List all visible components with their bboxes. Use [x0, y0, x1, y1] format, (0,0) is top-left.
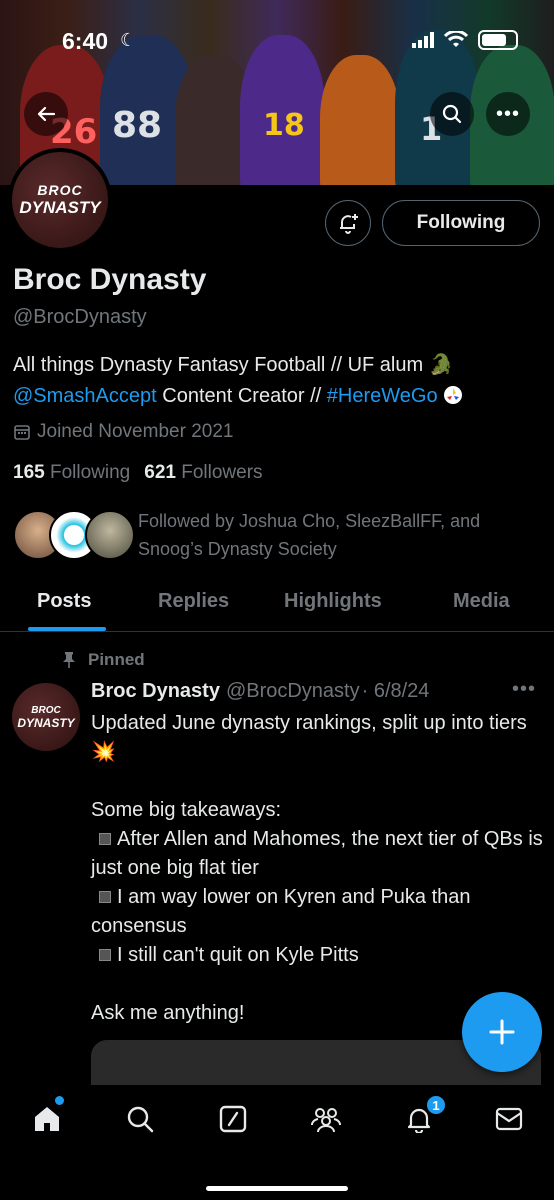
- moon-icon: ☾: [120, 30, 137, 50]
- compose-post-button[interactable]: [462, 992, 542, 1072]
- followers-stat[interactable]: 621 Followers: [144, 462, 262, 484]
- avatar: [85, 510, 135, 560]
- bio-mention-link[interactable]: @SmashAccept: [13, 385, 157, 407]
- back-button[interactable]: [24, 92, 68, 136]
- wifi-icon: [444, 31, 468, 47]
- arrow-left-icon: [37, 106, 56, 122]
- joined-date: Joined November 2021: [13, 421, 233, 443]
- square-bullet-icon: [99, 948, 111, 961]
- post-line: Some big takeaways:: [91, 799, 282, 821]
- status-time: 6:40: [62, 28, 109, 54]
- nav-messages[interactable]: [489, 1099, 529, 1139]
- post-body[interactable]: Updated June dynasty rankings, split up …: [91, 709, 546, 1028]
- home-indicator[interactable]: [206, 1186, 348, 1191]
- following-count: 165: [13, 462, 45, 483]
- battery-icon: [478, 30, 518, 50]
- following-button[interactable]: Following: [382, 200, 540, 246]
- pin-icon: [63, 652, 75, 668]
- communities-icon: [311, 1108, 341, 1133]
- gator-emoji-icon: 🐊: [428, 354, 454, 376]
- avatar-text-broc: BROC: [37, 182, 83, 198]
- post-bullet: I still can't quit on Kyle Pitts: [117, 944, 359, 966]
- notifications-subscribe-button[interactable]: [325, 200, 371, 246]
- explosion-emoji-icon: 💥: [91, 741, 116, 763]
- square-bullet-icon: [99, 890, 111, 903]
- grok-icon: [219, 1105, 247, 1133]
- post-date: · 6/8/24: [361, 680, 430, 702]
- post-line: Updated June dynasty rankings, split up …: [91, 712, 527, 734]
- calendar-icon: [14, 425, 30, 440]
- post-author-name[interactable]: Broc Dynasty: [91, 680, 220, 703]
- followed-by-avatars[interactable]: [13, 510, 135, 562]
- banner-jersey-number: 18: [263, 108, 305, 143]
- post-header: Broc Dynasty @BrocDynasty · 6/8/24: [91, 680, 429, 703]
- bio-text: All things Dynasty Fantasy Football // U…: [13, 354, 429, 376]
- avatar-text-dynasty: DYNASTY: [17, 715, 75, 730]
- square-bullet-icon: [99, 832, 111, 845]
- following-stat[interactable]: 165 Following: [13, 462, 130, 484]
- pinned-label: Pinned: [62, 650, 145, 670]
- bio-hashtag-link[interactable]: #HereWeGo: [327, 385, 438, 407]
- profile-bio: All things Dynasty Fantasy Football // U…: [13, 350, 543, 412]
- profile-tabs: Posts Replies Highlights Media: [0, 580, 554, 632]
- plus-icon: [489, 1019, 515, 1045]
- post-bullet: After Allen and Mahomes, the next tier o…: [91, 828, 543, 879]
- pinned-text: Pinned: [88, 650, 145, 669]
- search-profile-button[interactable]: [430, 92, 474, 136]
- signal-icon: [412, 32, 434, 48]
- profile-name: Broc Dynasty: [13, 263, 207, 296]
- post-author-handle[interactable]: @BrocDynasty: [226, 680, 360, 703]
- avatar-text-broc: BROC: [31, 704, 61, 716]
- followers-count: 621: [144, 462, 176, 483]
- follow-stats: 165 Following 621 Followers: [13, 462, 263, 484]
- followed-by-text[interactable]: Followed by Joshua Cho, SleezBallFF, and…: [138, 507, 538, 563]
- mail-icon: [495, 1107, 523, 1131]
- bottom-navigation: 1: [0, 1085, 554, 1200]
- notification-badge: 1: [425, 1094, 447, 1116]
- post-more-icon[interactable]: •••: [512, 678, 536, 701]
- profile-avatar[interactable]: BROC DYNASTY: [8, 148, 112, 252]
- banner-jersey-number: 88: [112, 105, 163, 146]
- bell-plus-icon: [340, 214, 358, 234]
- nav-home[interactable]: [27, 1099, 67, 1139]
- search-icon: [127, 1106, 154, 1133]
- following-label: Following: [49, 462, 131, 483]
- tab-media[interactable]: Media: [453, 590, 510, 613]
- nav-grok[interactable]: [213, 1099, 253, 1139]
- tab-highlights[interactable]: Highlights: [284, 590, 382, 613]
- status-bar: 6:40 ☾: [0, 0, 554, 86]
- profile-handle: @BrocDynasty: [13, 306, 147, 328]
- active-tab-indicator: [28, 627, 106, 631]
- home-icon: [35, 1107, 59, 1131]
- tab-posts[interactable]: Posts: [37, 590, 91, 613]
- more-options-button[interactable]: •••: [486, 92, 530, 136]
- joined-text: Joined November 2021: [37, 421, 234, 442]
- more-horizontal-icon: •••: [495, 103, 520, 125]
- post-bullet: I am way lower on Kyren and Puka than co…: [91, 886, 471, 937]
- followers-label: Followers: [181, 462, 263, 483]
- home-unread-dot: [55, 1096, 64, 1105]
- nav-search[interactable]: [120, 1099, 160, 1139]
- avatar-text-dynasty: DYNASTY: [19, 198, 101, 217]
- steelers-logo-icon: [444, 386, 463, 404]
- search-icon: [442, 104, 462, 124]
- tab-replies[interactable]: Replies: [158, 590, 229, 613]
- post-author-avatar[interactable]: BROC DYNASTY: [12, 683, 80, 751]
- bio-text: Content Creator //: [156, 385, 327, 407]
- nav-communities[interactable]: [306, 1099, 346, 1139]
- status-icons: [412, 30, 518, 50]
